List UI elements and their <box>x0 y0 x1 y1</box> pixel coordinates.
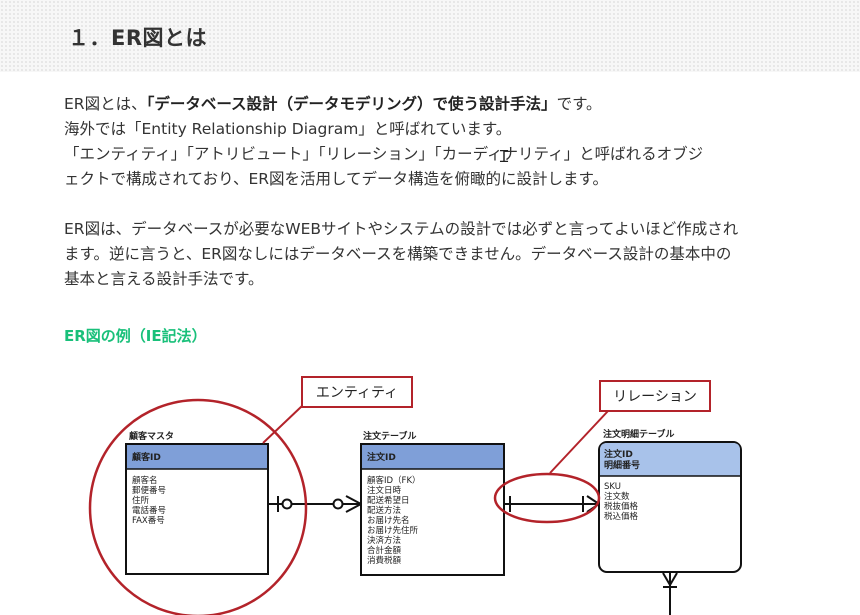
entity-attribute: 消費税額 <box>367 555 402 566</box>
entity-attribute: 注文日時 <box>367 485 402 496</box>
entity-attribute: 顧客ID（FK） <box>367 475 421 486</box>
entity-attribute: 配送方法 <box>367 505 401 516</box>
entity-order-detail-table: 注文明細テーブル 注文ID 明細番号 SKU 注文数 税抜価格 税込価格 <box>598 428 742 573</box>
intro-line-4: ェクトで構成されており、ER図を活用してデータ構造を俯瞰的に設計します。 <box>64 170 609 188</box>
intro-line-2: 海外では「Entity Relationship Diagram」と呼ばれていま… <box>64 120 512 138</box>
entity-key: 顧客ID <box>132 451 161 463</box>
text-cursor-icon: Ｉ <box>496 147 513 166</box>
entity-attribute: 決済方法 <box>367 535 401 546</box>
intro-paragraph: ER図とは、「データベース設計（データモデリング）で使う設計手法」です。 海外で… <box>64 92 764 192</box>
relation-order-detail <box>504 495 600 513</box>
entity-attribute: お届け先住所 <box>367 525 419 536</box>
entity-title: 注文テーブル <box>363 430 416 442</box>
intro-line-1-after: です。 <box>556 95 602 113</box>
entity-attribute: SKU <box>604 482 621 492</box>
er-diagram-image: 顧客マスタ 顧客ID 顧客名 郵便番号 住所 電話番号 FAX番号 注文テーブル… <box>80 365 770 615</box>
page-title: １．ER図とは <box>68 26 208 50</box>
entity-attribute: 注文数 <box>604 491 630 502</box>
entity-attribute: FAX番号 <box>132 515 165 526</box>
relation-customer-order <box>268 495 362 513</box>
second-line-1: ER図は、データベースが必要なWEBサイトやシステムの設計では必ずと言ってよいほ… <box>64 220 739 238</box>
callout-relation-label: リレーション <box>613 389 697 405</box>
example-heading: ER図の例（IE記法） <box>64 327 207 345</box>
entity-key: 注文ID <box>367 451 396 463</box>
intro-line-1: ER図とは、「データベース設計（データモデリング）で使う設計手法」です。 <box>64 92 764 117</box>
entity-attribute: 顧客名 <box>132 475 158 486</box>
second-line-3: 基本と言える設計手法です。 <box>64 270 264 288</box>
entity-order-table: 注文テーブル 注文ID 顧客ID（FK） 注文日時 配送希望日 配送方法 お届け… <box>360 430 505 576</box>
entity-title: 顧客マスタ <box>129 430 174 442</box>
entity-title: 注文明細テーブル <box>603 428 674 440</box>
entity-attribute: 郵便番号 <box>132 485 166 496</box>
callout-entity-label: エンティティ <box>316 385 398 401</box>
intro-line-3: 「エンティティ」「アトリビュート」「リレーション」「カーディナリティ」と呼ばれる… <box>64 145 704 163</box>
entity-attribute: 合計金額 <box>367 545 402 556</box>
entity-customer-master: 顧客マスタ 顧客ID 顧客名 郵便番号 住所 電話番号 FAX番号 <box>125 430 269 575</box>
entity-attribute: 配送希望日 <box>367 495 410 506</box>
second-paragraph: ER図は、データベースが必要なWEBサイトやシステムの設計では必ずと言ってよいほ… <box>64 217 764 292</box>
entity-key: 注文ID <box>604 448 633 460</box>
entity-attribute: お届け先名 <box>367 515 410 526</box>
entity-attribute: 住所 <box>132 495 150 506</box>
entity-attribute: 税込価格 <box>604 511 639 522</box>
entity-attribute: 電話番号 <box>132 505 166 516</box>
relation-detail-down <box>662 572 678 615</box>
entity-key: 明細番号 <box>604 459 640 471</box>
intro-line-1-bold: 「データベース設計（データモデリング）で使う設計手法」 <box>146 95 557 113</box>
entity-attribute: 税抜価格 <box>604 501 639 512</box>
intro-line-1-before: ER図とは、 <box>64 95 147 113</box>
second-line-2: ます。逆に言うと、ER図なしにはデータベースを構築できません。データベース設計の… <box>64 245 732 263</box>
